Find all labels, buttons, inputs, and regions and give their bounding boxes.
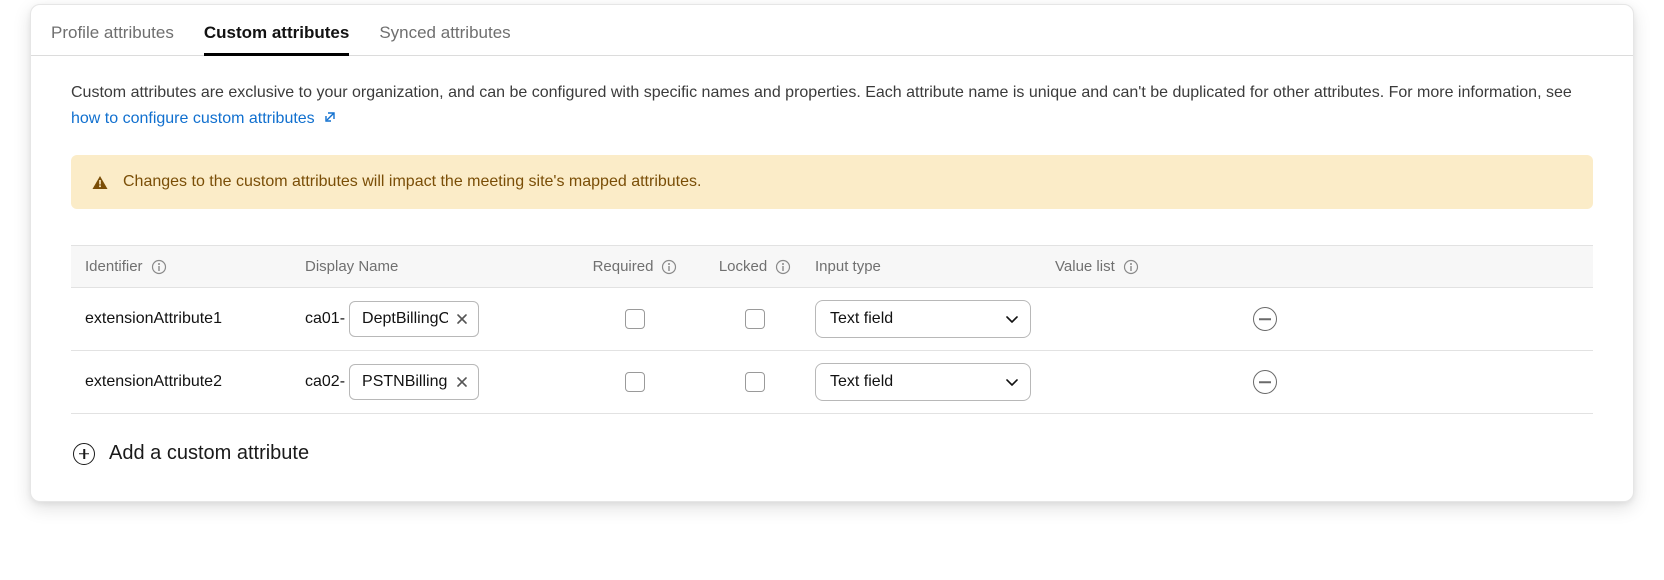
identifier-cell: extensionAttribute2 [85,373,305,391]
clear-input-button[interactable] [451,371,473,393]
add-attribute-label: Add a custom attribute [109,442,309,465]
add-attribute-button[interactable]: Add a custom attribute [71,442,1593,465]
plus-circle-icon [73,443,95,465]
clear-input-button[interactable] [451,308,473,330]
table-row: extensionAttribute1 ca01- Text field [71,288,1593,351]
col-input-type: Input type [815,258,1055,275]
info-icon[interactable] [151,259,167,275]
attribute-tabs: Profile attributes Custom attributes Syn… [31,13,1633,56]
col-required: Required [575,258,695,275]
remove-row-button[interactable] [1253,370,1277,394]
impact-warning-alert: Changes to the custom attributes will im… [71,155,1593,209]
custom-attributes-panel: Profile attributes Custom attributes Syn… [30,4,1634,502]
locked-checkbox[interactable] [745,372,765,392]
intro-link-text: how to configure custom attributes [71,110,315,127]
display-name-prefix: ca01- [305,310,345,328]
info-icon[interactable] [1123,259,1139,275]
display-name-cell: ca02- [305,364,575,400]
col-value-list: Value list [1055,258,1235,275]
col-required-label: Required [593,258,654,275]
input-type-value: Text field [830,373,893,391]
tab-synced-attributes[interactable]: Synced attributes [379,13,510,55]
col-locked-label: Locked [719,258,767,275]
tab-content: Custom attributes are exclusive to your … [31,56,1633,465]
intro-help-link[interactable]: how to configure custom attributes [71,110,337,127]
external-link-icon [323,110,337,124]
required-checkbox[interactable] [625,372,645,392]
input-type-value: Text field [830,310,893,328]
intro-plain: Custom attributes are exclusive to your … [71,84,1572,101]
chevron-down-icon [1004,312,1020,326]
table-header: Identifier Display Name Required Locked … [71,245,1593,288]
warning-icon [91,174,109,191]
remove-row-button[interactable] [1253,307,1277,331]
col-display-name-label: Display Name [305,258,398,275]
intro-text: Custom attributes are exclusive to your … [71,80,1593,131]
locked-checkbox[interactable] [745,309,765,329]
tab-custom-attributes[interactable]: Custom attributes [204,13,349,55]
col-display-name: Display Name [305,258,575,275]
table-row: extensionAttribute2 ca02- Text field [71,351,1593,414]
close-icon [455,375,469,389]
tab-profile-attributes[interactable]: Profile attributes [51,13,174,55]
col-identifier: Identifier [85,258,305,275]
warning-text: Changes to the custom attributes will im… [123,173,701,191]
required-checkbox[interactable] [625,309,645,329]
col-value-list-label: Value list [1055,258,1115,275]
chevron-down-icon [1004,375,1020,389]
identifier-cell: extensionAttribute1 [85,310,305,328]
attributes-table: Identifier Display Name Required Locked … [71,245,1593,414]
col-identifier-label: Identifier [85,258,143,275]
info-icon[interactable] [661,259,677,275]
info-icon[interactable] [775,259,791,275]
col-input-type-label: Input type [815,258,881,275]
display-name-cell: ca01- [305,301,575,337]
close-icon [455,312,469,326]
col-locked: Locked [695,258,815,275]
input-type-select[interactable]: Text field [815,363,1031,401]
display-name-prefix: ca02- [305,373,345,391]
input-type-select[interactable]: Text field [815,300,1031,338]
